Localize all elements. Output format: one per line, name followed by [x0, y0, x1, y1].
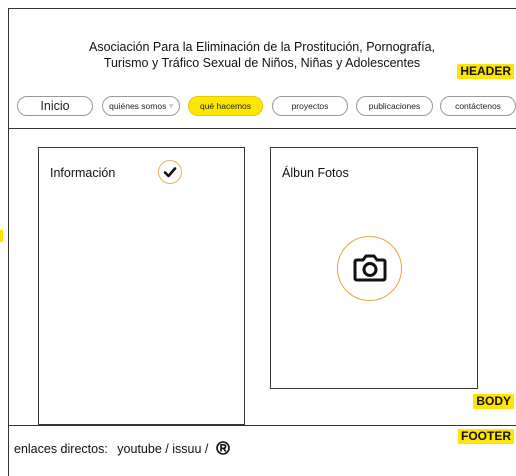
photo-album-title: Álbun Fotos	[282, 166, 349, 180]
nav-item-label: Inicio	[40, 99, 70, 113]
header-divider	[8, 128, 516, 129]
nav-item-label: qué hacemos	[199, 101, 252, 111]
nav-item-inicio[interactable]: Inicio	[17, 96, 93, 116]
nav-item-label: quiénes somos	[109, 101, 167, 111]
chevron-down-icon: ▿	[169, 102, 173, 110]
header-tag: HEADER	[457, 64, 514, 79]
nav-item-label: contáctenos	[455, 101, 501, 111]
footer-prefix: enlaces directos:	[14, 442, 108, 456]
nav-item-quienes-somos[interactable]: quiénes somos ▿	[102, 96, 180, 116]
photo-album-panel: Álbun Fotos	[270, 147, 478, 389]
footer-links: enlaces directos: youtube / issuu /	[14, 441, 230, 456]
issuu-link[interactable]: issuu	[172, 442, 201, 456]
footer-tag: FOOTER	[458, 429, 514, 444]
nav-item-label: proyectos	[291, 101, 329, 111]
registered-icon[interactable]	[216, 441, 230, 455]
info-panel-title: Información	[50, 166, 116, 180]
org-title: Asociación Para la Eliminación de la Pro…	[8, 39, 516, 71]
main-nav: Inicio quiénes somos ▿ qué hacemos proyec…	[8, 96, 516, 120]
nav-item-label: publicaciones	[368, 101, 421, 111]
org-title-line2: Turismo y Tráfico Sexual de Niños, Niñas…	[103, 56, 421, 70]
org-title-line1: Asociación Para la Eliminación de la Pro…	[88, 40, 435, 54]
nav-item-contactenos[interactable]: contáctenos	[440, 96, 516, 116]
check-glyph	[163, 167, 177, 178]
nav-item-publicaciones[interactable]: publicaciones	[356, 96, 433, 116]
camera-glyph	[353, 254, 387, 282]
footer-separator: /	[165, 442, 169, 456]
footer-divider	[8, 425, 516, 426]
youtube-link[interactable]: youtube	[117, 442, 161, 456]
footer-separator: /	[204, 442, 209, 456]
info-panel: Información	[38, 147, 245, 425]
check-icon[interactable]	[158, 160, 182, 184]
body-tag: BODY	[473, 394, 514, 409]
camera-icon[interactable]	[337, 236, 402, 301]
nav-item-proyectos[interactable]: proyectos	[272, 96, 348, 116]
side-marker	[0, 230, 3, 242]
nav-item-que-hacemos[interactable]: qué hacemos	[188, 96, 263, 116]
